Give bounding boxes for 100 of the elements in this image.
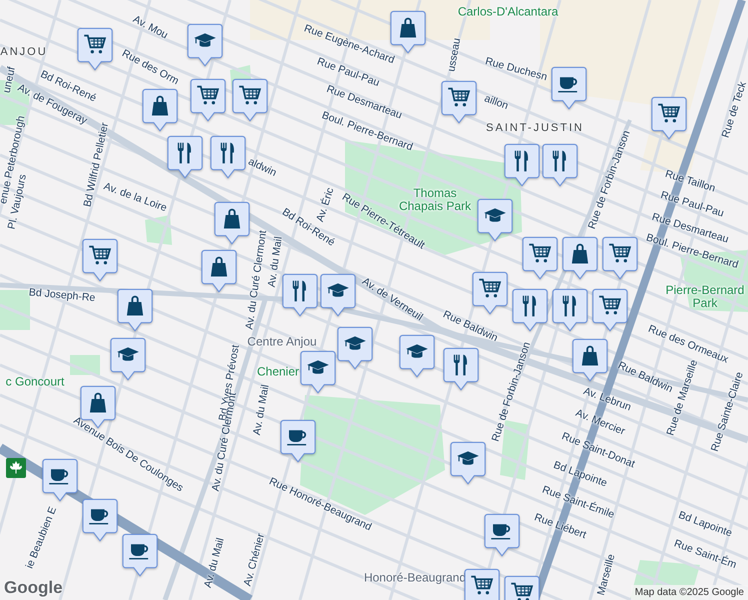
cart-icon: [84, 34, 106, 54]
bag-marker[interactable]: [214, 201, 250, 247]
cup-icon: [129, 544, 148, 560]
graduation-cap-icon: [117, 347, 139, 361]
street-label: Av. de la Loire: [102, 181, 168, 215]
cart-icon: [658, 104, 680, 122]
cart-marker[interactable]: [82, 238, 118, 284]
cup-marker[interactable]: [122, 533, 158, 579]
district-label: ANJOU: [0, 46, 48, 58]
street-label: aillon: [482, 93, 510, 113]
street-label: Rue Duchesn: [484, 56, 548, 84]
cart-icon: [448, 88, 470, 106]
fork-knife-icon: [552, 150, 566, 172]
cart-marker[interactable]: [602, 236, 638, 282]
fork-knife-marker[interactable]: [282, 273, 318, 319]
park-label: Chenier: [256, 365, 300, 379]
cart-marker[interactable]: [441, 80, 477, 126]
street-label: uneuf: [2, 66, 18, 94]
fork-knife-marker[interactable]: [512, 288, 548, 334]
bag-marker[interactable]: [117, 288, 153, 334]
graduation-cap-marker[interactable]: [450, 441, 486, 487]
graduation-cap-marker[interactable]: [300, 350, 336, 396]
cup-marker[interactable]: [82, 498, 118, 544]
map-attribution: Map data ©2025 Google: [630, 585, 748, 600]
graduation-cap-icon: [457, 451, 479, 465]
park-label: Pierre-Bernard Park: [664, 284, 746, 310]
cup-marker[interactable]: [484, 513, 520, 559]
street-label: Rue des Orm: [120, 48, 180, 88]
district-label: SAINT-JUSTIN: [486, 122, 584, 134]
place-label: Honoré-Beaugrand: [364, 571, 466, 585]
street-label: Av. du Mail: [266, 236, 286, 288]
fork-knife-icon: [562, 296, 576, 316]
cart-icon: [89, 246, 112, 264]
cup-marker[interactable]: [280, 419, 316, 465]
graduation-cap-icon: [307, 360, 329, 374]
cart-icon: [239, 86, 262, 104]
graduation-cap-icon: [406, 344, 428, 358]
street-label: Av. Chénier: [242, 532, 268, 588]
fork-knife-icon: [522, 296, 536, 316]
graduation-cap-marker[interactable]: [320, 273, 356, 319]
street-label: Rue de Teck: [720, 80, 748, 140]
cup-icon: [287, 430, 306, 446]
cart-marker[interactable]: [190, 78, 226, 124]
bag-icon: [400, 18, 416, 38]
street-label: Bd Joseph-Re: [28, 287, 96, 305]
cup-marker[interactable]: [551, 66, 587, 112]
fork-knife-marker[interactable]: [552, 288, 588, 334]
graduation-cap-marker[interactable]: [110, 337, 146, 383]
bag-marker[interactable]: [201, 249, 237, 295]
cart-marker[interactable]: [651, 96, 687, 142]
street-label: Av. du Mail: [202, 536, 228, 590]
graduation-cap-marker[interactable]: [477, 198, 513, 244]
street-label: aldwin: [246, 156, 278, 180]
cart-icon: [511, 582, 534, 600]
fork-knife-marker[interactable]: [443, 347, 479, 393]
cart-marker[interactable]: [592, 288, 628, 334]
cup-marker[interactable]: [42, 458, 78, 504]
park-area: [0, 290, 30, 330]
street-label: usseau: [446, 37, 464, 73]
graduation-cap-marker[interactable]: [399, 334, 435, 380]
cart-icon: [599, 296, 622, 314]
graduation-cap-icon: [194, 33, 216, 47]
cup-icon: [89, 509, 108, 524]
street-label: Av. du Mail: [252, 384, 272, 436]
bag-icon: [152, 96, 168, 116]
maple-leaf-icon: [6, 458, 26, 478]
bag-icon: [582, 346, 598, 366]
park-label: Carlos-D'Alcantara: [458, 5, 558, 19]
graduation-cap-marker[interactable]: [337, 326, 373, 372]
cup-icon: [558, 77, 578, 92]
park-label: c Goncourt: [6, 375, 64, 389]
bag-marker[interactable]: [562, 236, 598, 282]
cart-marker[interactable]: [522, 236, 558, 282]
fork-knife-marker[interactable]: [210, 135, 246, 181]
cart-marker[interactable]: [77, 27, 113, 73]
bag-icon: [572, 244, 588, 264]
bag-icon: [224, 208, 240, 228]
bag-icon: [90, 392, 106, 412]
bag-icon: [210, 256, 228, 276]
cart-icon: [479, 278, 502, 298]
park-area: [145, 215, 172, 245]
bag-icon: [126, 296, 144, 316]
cart-marker[interactable]: [232, 78, 268, 124]
cup-icon: [491, 524, 510, 540]
cart-icon: [471, 576, 494, 594]
fork-knife-marker[interactable]: [542, 143, 578, 189]
street-label: Av. Lebrun: [582, 386, 632, 414]
bag-marker[interactable]: [572, 338, 608, 384]
fork-knife-marker[interactable]: [504, 143, 540, 189]
fork-knife-icon: [514, 150, 528, 172]
cart-marker[interactable]: [472, 271, 508, 317]
cup-icon: [49, 469, 68, 484]
fork-knife-marker[interactable]: [167, 135, 203, 181]
fork-knife-icon: [292, 280, 306, 302]
bag-marker[interactable]: [142, 88, 178, 134]
graduation-cap-marker[interactable]: [187, 23, 223, 69]
cart-icon: [609, 244, 632, 262]
graduation-cap-icon: [484, 208, 506, 222]
graduation-cap-icon: [327, 283, 349, 297]
cart-icon: [197, 86, 220, 104]
